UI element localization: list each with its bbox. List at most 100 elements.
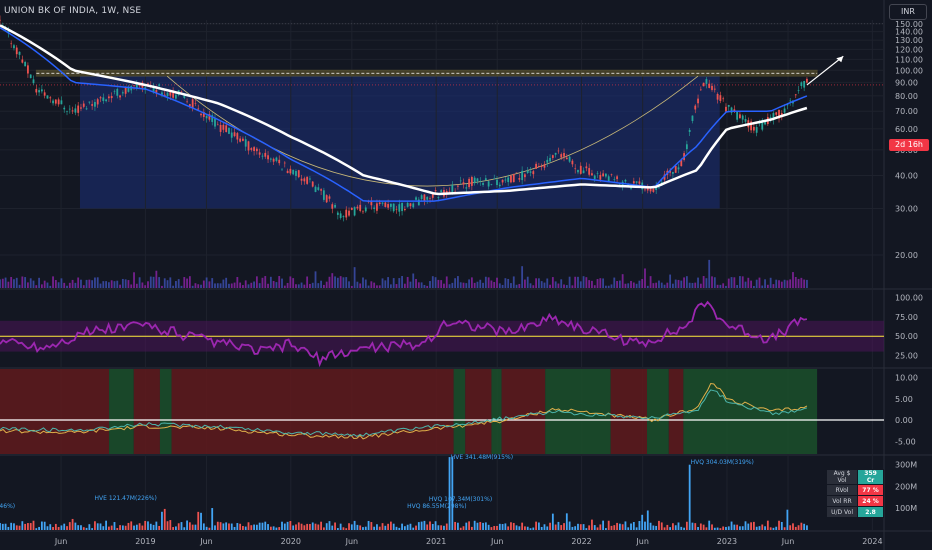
volume-bar	[451, 457, 454, 530]
overlay-volume-bar	[52, 276, 54, 288]
overlay-volume-bar	[722, 283, 725, 288]
overlay-volume-bar	[518, 283, 521, 288]
overlay-volume-bar	[599, 278, 602, 288]
candle-body	[180, 91, 183, 93]
overlay-volume-bar	[789, 279, 792, 288]
overlay-volume-bar	[138, 277, 141, 288]
volume-bar	[674, 525, 677, 530]
overlay-volume-bar	[610, 284, 613, 288]
candle-body	[384, 202, 387, 207]
candle-body	[440, 190, 443, 193]
overlay-volume-bar	[303, 284, 306, 288]
candle-body	[524, 174, 526, 178]
volume-bar	[755, 526, 758, 530]
time-tick-label: 2024	[862, 537, 882, 546]
candle-body	[60, 100, 63, 105]
overlay-volume-bar	[535, 278, 537, 288]
volume-bar	[526, 526, 529, 530]
overlay-volume-bar	[202, 280, 205, 288]
volume-bar	[303, 525, 306, 530]
volume-bar	[660, 522, 663, 530]
volume-bar	[71, 518, 74, 530]
overlay-volume-bar	[222, 279, 225, 288]
chart-canvas[interactable]: 75.59M(246%) HVE 121.47M(226%) HVQ 86.55M(…	[0, 0, 932, 550]
overlay-volume-bar	[621, 274, 624, 288]
candle-body	[577, 169, 579, 173]
overlay-volume-bar	[300, 282, 303, 288]
volume-bar	[730, 521, 733, 530]
overlay-volume-bar	[32, 280, 35, 288]
volume-bar	[345, 528, 348, 530]
candle-body	[356, 206, 359, 209]
candle-body	[579, 165, 582, 174]
time-tick-label: Jun	[781, 537, 795, 546]
volume-bar	[281, 521, 283, 530]
volume-bar	[1, 523, 4, 530]
overlay-volume-bar	[451, 282, 454, 288]
volume-bar	[641, 514, 644, 530]
volume-bar	[29, 523, 32, 530]
volume-bar	[775, 526, 778, 530]
volume-bar	[116, 528, 119, 530]
volume-bar	[440, 525, 443, 530]
volume-bar	[362, 527, 364, 530]
volume-bar	[761, 524, 764, 530]
volume-tick-label: 300M	[895, 461, 917, 470]
overlay-volume-bar	[367, 285, 370, 288]
candle-body	[437, 197, 440, 198]
volume-bar	[780, 521, 783, 530]
volume-bar	[691, 522, 694, 530]
candle-body	[158, 84, 161, 86]
volume-bar	[186, 520, 188, 530]
overlay-volume-bar	[568, 276, 571, 288]
candle-body	[672, 171, 674, 174]
overlay-volume-bar	[46, 282, 49, 288]
volume-bar	[364, 526, 367, 530]
overlay-volume-bar	[99, 283, 102, 288]
volume-bar	[596, 527, 599, 530]
candle-body	[448, 191, 451, 193]
overlay-volume-bar	[306, 276, 309, 288]
currency-button[interactable]: INR	[889, 4, 927, 20]
volume-bar	[378, 526, 381, 530]
candle-body	[755, 127, 758, 133]
overlay-volume-bar	[800, 277, 803, 288]
overlay-volume-bar	[663, 284, 666, 288]
overlay-volume-bar	[666, 282, 669, 288]
overlay-volume-bar	[563, 284, 565, 288]
overlay-volume-bar	[376, 285, 378, 288]
volume-bar	[297, 522, 300, 530]
overlay-volume-bar	[585, 277, 588, 288]
candle-body	[119, 95, 121, 98]
overlay-volume-bar	[630, 280, 632, 288]
volume-bar	[119, 525, 121, 530]
candle-body	[515, 172, 518, 174]
candle-body	[479, 180, 482, 182]
overlay-volume-bar	[490, 280, 493, 288]
candle-body	[295, 170, 297, 176]
candle-body	[557, 150, 560, 152]
candle-body	[311, 181, 314, 187]
candle-body	[694, 105, 697, 110]
candle-body	[571, 160, 574, 165]
volume-bar	[624, 521, 627, 530]
overlay-volume-bar	[493, 282, 496, 288]
overlay-volume-bar	[336, 277, 339, 288]
candle-body	[88, 101, 91, 103]
volume-bar	[161, 511, 163, 530]
overlay-volume-bar	[602, 278, 605, 288]
volume-bar	[15, 525, 18, 530]
volume-bar	[255, 524, 258, 530]
oscillator-background	[0, 369, 110, 454]
overlay-volume-bar	[24, 277, 27, 288]
candle-body	[800, 82, 803, 86]
overlay-volume-bar	[373, 282, 376, 288]
overlay-volume-bar	[13, 279, 15, 288]
overlay-volume-bar	[725, 285, 727, 288]
overlay-volume-bar	[786, 280, 789, 288]
candle-body	[470, 176, 473, 186]
volume-bar	[563, 523, 565, 530]
candle-body	[247, 141, 250, 151]
overlay-volume-bar	[398, 278, 401, 288]
volume-bar	[77, 525, 80, 530]
